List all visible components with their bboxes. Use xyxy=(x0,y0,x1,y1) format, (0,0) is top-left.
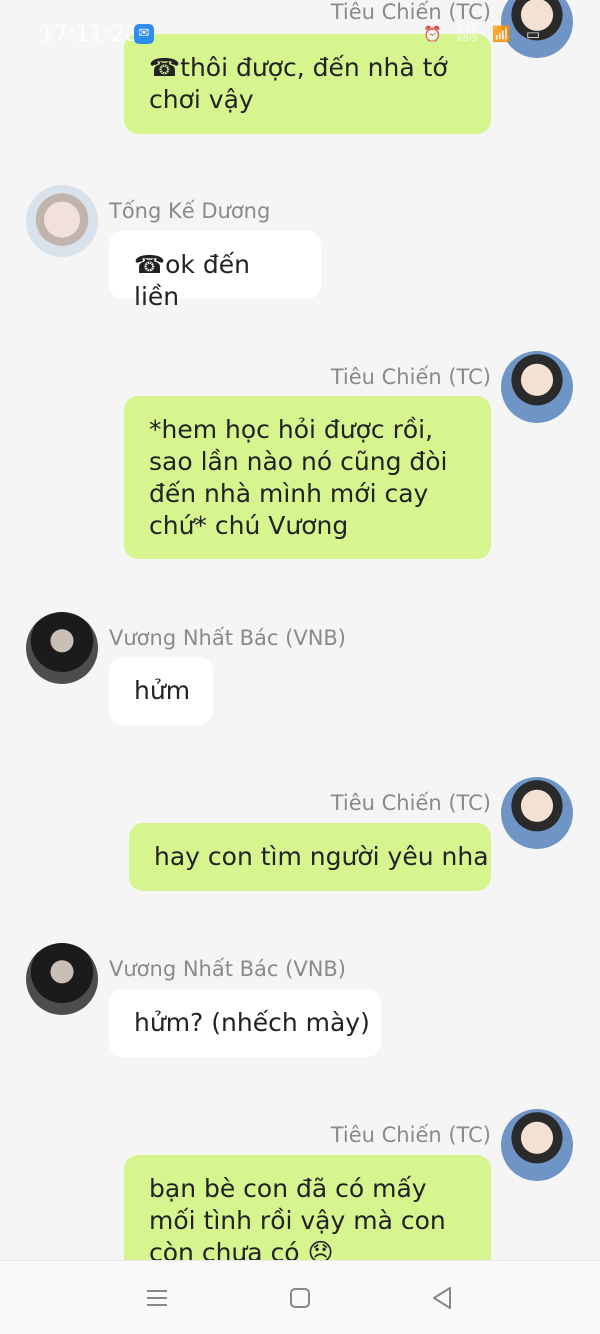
tieu-chien-avatar[interactable] xyxy=(501,777,573,849)
vuong-nhat-bac-avatar[interactable] xyxy=(26,943,98,1015)
sender-name: Vương Nhất Bác (VNB) xyxy=(109,957,346,981)
status-indicators: ⏰ 1.00 KB/S 📶 ▭ xyxy=(413,24,540,44)
alarm-icon: ⏰ xyxy=(423,24,442,43)
network-speed: 1.00 KB/S xyxy=(456,24,478,44)
home-square-icon[interactable] xyxy=(285,1283,315,1313)
status-time: 17:11:28 xyxy=(40,22,139,47)
vuong-nhat-bac-avatar[interactable] xyxy=(26,612,98,684)
sender-name: Tiêu Chiến (TC) xyxy=(330,1123,491,1147)
status-bar: 17:11:28 ✉ ⏰ 1.00 KB/S 📶 ▭ xyxy=(0,0,600,70)
message-bubble[interactable]: hay con tìm người yêu nha xyxy=(129,823,491,891)
sender-name: Tiêu Chiến (TC) xyxy=(330,791,491,815)
message-bubble[interactable]: ☎ok đến liền xyxy=(109,231,321,311)
sender-name: Tiêu Chiến (TC) xyxy=(330,365,491,389)
menu-icon[interactable] xyxy=(142,1283,172,1313)
system-navigation-bar xyxy=(0,1260,600,1334)
tieu-chien-avatar[interactable] xyxy=(501,351,573,423)
tieu-chien-avatar[interactable] xyxy=(501,1109,573,1181)
message-bubble[interactable]: *hem học hỏi được rồi, sao lần nào nó cũ… xyxy=(124,396,491,559)
message-bubble[interactable]: bạn bè con đã có mấy mối tình rồi vậy mà… xyxy=(124,1155,491,1260)
message-bubble[interactable]: hửm xyxy=(109,657,213,725)
tong-ke-duong-avatar[interactable] xyxy=(26,185,98,257)
message-bubble[interactable]: hửm? (nhếch mày) xyxy=(109,989,381,1057)
app-notification-icon: ✉ xyxy=(134,24,154,44)
chat-thread[interactable]: Tiêu Chiến (TC) ☎thôi được, đến nhà tớ c… xyxy=(0,0,600,1260)
sender-name: Vương Nhất Bác (VNB) xyxy=(109,626,346,650)
wifi-icon: 📶 xyxy=(492,24,512,43)
sender-name: Tống Kế Dương xyxy=(109,199,271,223)
back-triangle-icon[interactable] xyxy=(427,1283,457,1313)
battery-icon: ▭ xyxy=(525,24,540,43)
